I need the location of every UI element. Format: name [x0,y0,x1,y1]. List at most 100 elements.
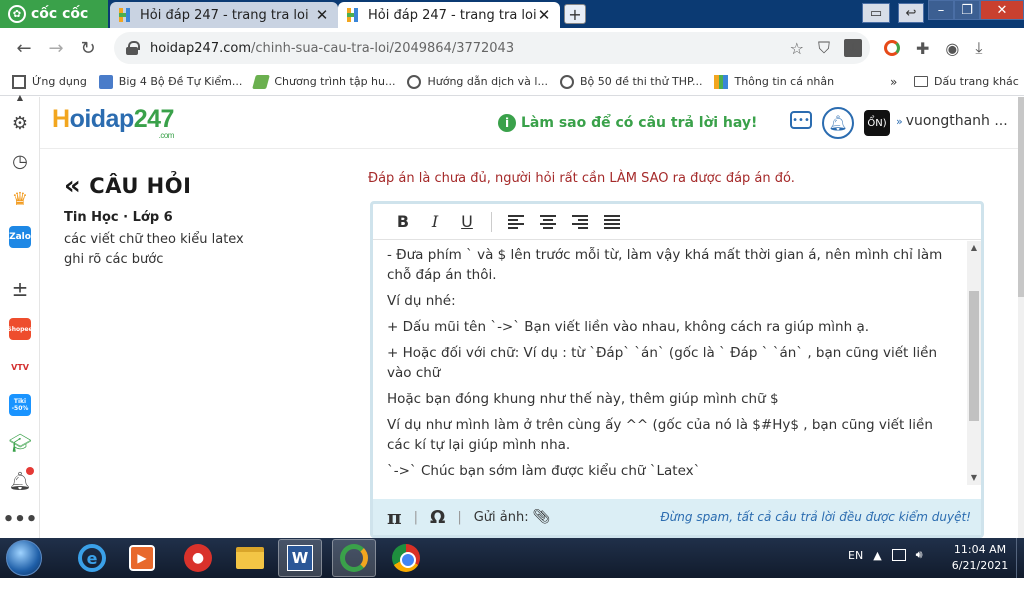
language-indicator[interactable]: EN [848,549,863,562]
notification-bell-icon[interactable]: 🔔︎ [822,107,854,139]
question-back-link[interactable]: « CÂU HỎI [64,173,191,199]
system-clock[interactable]: 11:04 AM 6/21/2021 [948,542,1012,574]
tab-close-icon[interactable]: ✕ [536,6,552,24]
browser-brand: cốc cốc [31,6,89,22]
underline-button[interactable]: U [451,208,483,236]
taskbar-word[interactable]: W [278,539,322,577]
zalo-icon[interactable]: Zalo [8,225,32,249]
show-desktop-button[interactable] [1016,538,1024,578]
notification-dot [26,467,34,475]
screenshot-icon[interactable]: ▭ [862,3,890,23]
graduation-icon[interactable]: 🎓︎ [8,431,32,455]
coccoc-menu-button[interactable]: ✿ cốc cốc [0,0,108,28]
shopee-icon[interactable]: Shopee [7,317,33,341]
new-tab-button[interactable]: + [564,4,586,24]
site-logo[interactable]: Hoidap247 .com [52,105,174,140]
tray-expand-icon[interactable]: ▲ [873,549,881,562]
paperclip-icon[interactable]: 📎︎ [533,509,551,525]
profile-icon[interactable]: ◉ [945,39,959,58]
chevron-down-icon: » [896,115,903,128]
folder-icon [236,547,264,569]
taskbar-file-explorer[interactable] [228,539,272,577]
answer-tip-link[interactable]: i Làm sao để có câu trả lời hay! [498,114,757,132]
editor-paragraph: Ví dụ như mình làm ở trên cùng ấy ^^ (gố… [387,417,933,453]
hoidap-favicon-icon [346,8,360,22]
browser-sidebar: ▲ ⚙ ◷ ♛ Zalo ± Shopee VTV Tiki -50% 🎓︎ 🔔… [0,93,40,538]
scroll-up-icon[interactable]: ▲ [967,241,981,255]
folder-icon [914,76,928,87]
network-icon[interactable] [891,549,906,561]
minimize-button[interactable]: – [928,0,954,20]
volume-icon[interactable]: 🔊︎ [916,548,923,562]
align-right-icon [572,214,588,229]
vtv-icon[interactable]: VTV [8,355,32,379]
align-justify-icon [604,214,620,229]
clock-date: 6/21/2021 [951,559,1009,572]
browser-tab-bar: ✿ cốc cốc Hỏi đáp 247 - trang tra loi ✕ … [0,0,1024,28]
bookmark-item[interactable]: Big 4 Bộ Đề Tự Kiểm... [98,74,242,89]
avatar[interactable]: ỔN) [864,110,890,136]
shield-icon[interactable]: ⛉ [818,38,830,58]
bold-button[interactable]: B [387,208,419,236]
start-button[interactable] [6,540,42,576]
editor-paragraph: Hoặc bạn đóng khung như thế này, thêm gi… [387,391,779,407]
chat-icon[interactable]: ••• [790,111,812,129]
url-text[interactable]: hoidap247.com/chinh-sua-cau-tra-loi/2049… [150,41,514,56]
history-icon[interactable]: ◷ [8,149,32,173]
download-video-icon[interactable]: ↓ [844,39,862,57]
taskbar-chrome[interactable] [384,539,428,577]
tab-2-active[interactable]: Hỏi đáp 247 - trang tra loi ✕ [338,2,560,28]
download-icon[interactable]: ⤓ [975,38,982,58]
taskbar-red-app[interactable]: ● [176,539,220,577]
bookmark-item[interactable]: Chương trình tập hu... [252,74,395,89]
close-window-button[interactable]: ✕ [980,0,1024,20]
address-bar[interactable]: hoidap247.com/chinh-sua-cau-tra-loi/2049… [114,32,870,64]
tab-close-icon[interactable]: ✕ [314,6,330,24]
gear-icon[interactable]: ⚙ [8,111,32,135]
maximize-button[interactable]: ❐ [954,0,980,20]
back-arrow-icon[interactable]: ↩ [898,3,924,23]
tiki-icon[interactable]: Tiki -50% [8,393,32,417]
bookmark-apps[interactable]: Ứng dụng [12,74,87,89]
editor-paragraph: + Hoặc đối với chữ: Ví dụ : từ `Đáp` `án… [387,345,938,381]
taskbar-media-player[interactable]: ▶ [120,539,164,577]
align-justify-button[interactable] [596,208,628,236]
forward-button[interactable]: → [40,32,72,64]
info-icon: i [498,114,516,132]
star-icon[interactable]: ☆ [790,39,804,58]
other-bookmarks-folder[interactable]: Dấu trang khác [914,75,1019,88]
page-scroll-thumb[interactable] [1018,97,1024,297]
globe-icon [559,74,574,89]
scroll-thumb[interactable] [969,291,979,421]
bell-icon[interactable]: 🔔︎ [8,467,34,493]
editor-content[interactable]: - Đưa phím ` và $ lên trước mỗi từ, làm … [373,241,967,498]
tab-1[interactable]: Hỏi đáp 247 - trang tra loi ✕ [110,2,338,28]
align-right-button[interactable] [564,208,596,236]
puzzle-icon[interactable]: ✚ [916,39,929,58]
editor-scrollbar[interactable]: ▲ ▼ [967,241,981,485]
coccoc-extension-icon[interactable] [884,40,900,56]
align-center-button[interactable] [532,208,564,236]
divider-icon[interactable]: ± [8,277,32,301]
page-scrollbar[interactable] [1018,97,1024,538]
crown-icon[interactable]: ♛ [8,187,32,211]
align-left-button[interactable] [500,208,532,236]
user-menu[interactable]: » vuongthanh ... [896,113,1008,129]
taskbar-coccoc[interactable] [332,539,376,577]
bookmark-item[interactable]: Thông tin cá nhân [714,74,834,89]
sidebar-scroll-up-icon[interactable]: ▲ [8,91,32,103]
lock-icon[interactable] [126,41,140,55]
bookmarks-overflow-button[interactable]: » [890,75,897,89]
bookmark-item[interactable]: Hướng dẫn dịch và l... [407,74,548,89]
bookmark-item[interactable]: Bộ 50 đề thi thử THP... [559,74,702,89]
math-formula-button[interactable]: π [387,505,402,529]
italic-button[interactable]: I [419,208,451,236]
back-button[interactable]: ← [8,32,40,64]
reload-button[interactable]: ↻ [72,32,104,64]
more-icon[interactable]: ••• [3,507,38,531]
taskbar-internet-explorer[interactable]: e [70,539,114,577]
scroll-down-icon[interactable]: ▼ [967,471,981,485]
special-char-button[interactable]: Ω [430,507,445,528]
footer-divider: | [413,509,419,525]
hoidap-favicon-icon [118,8,132,22]
